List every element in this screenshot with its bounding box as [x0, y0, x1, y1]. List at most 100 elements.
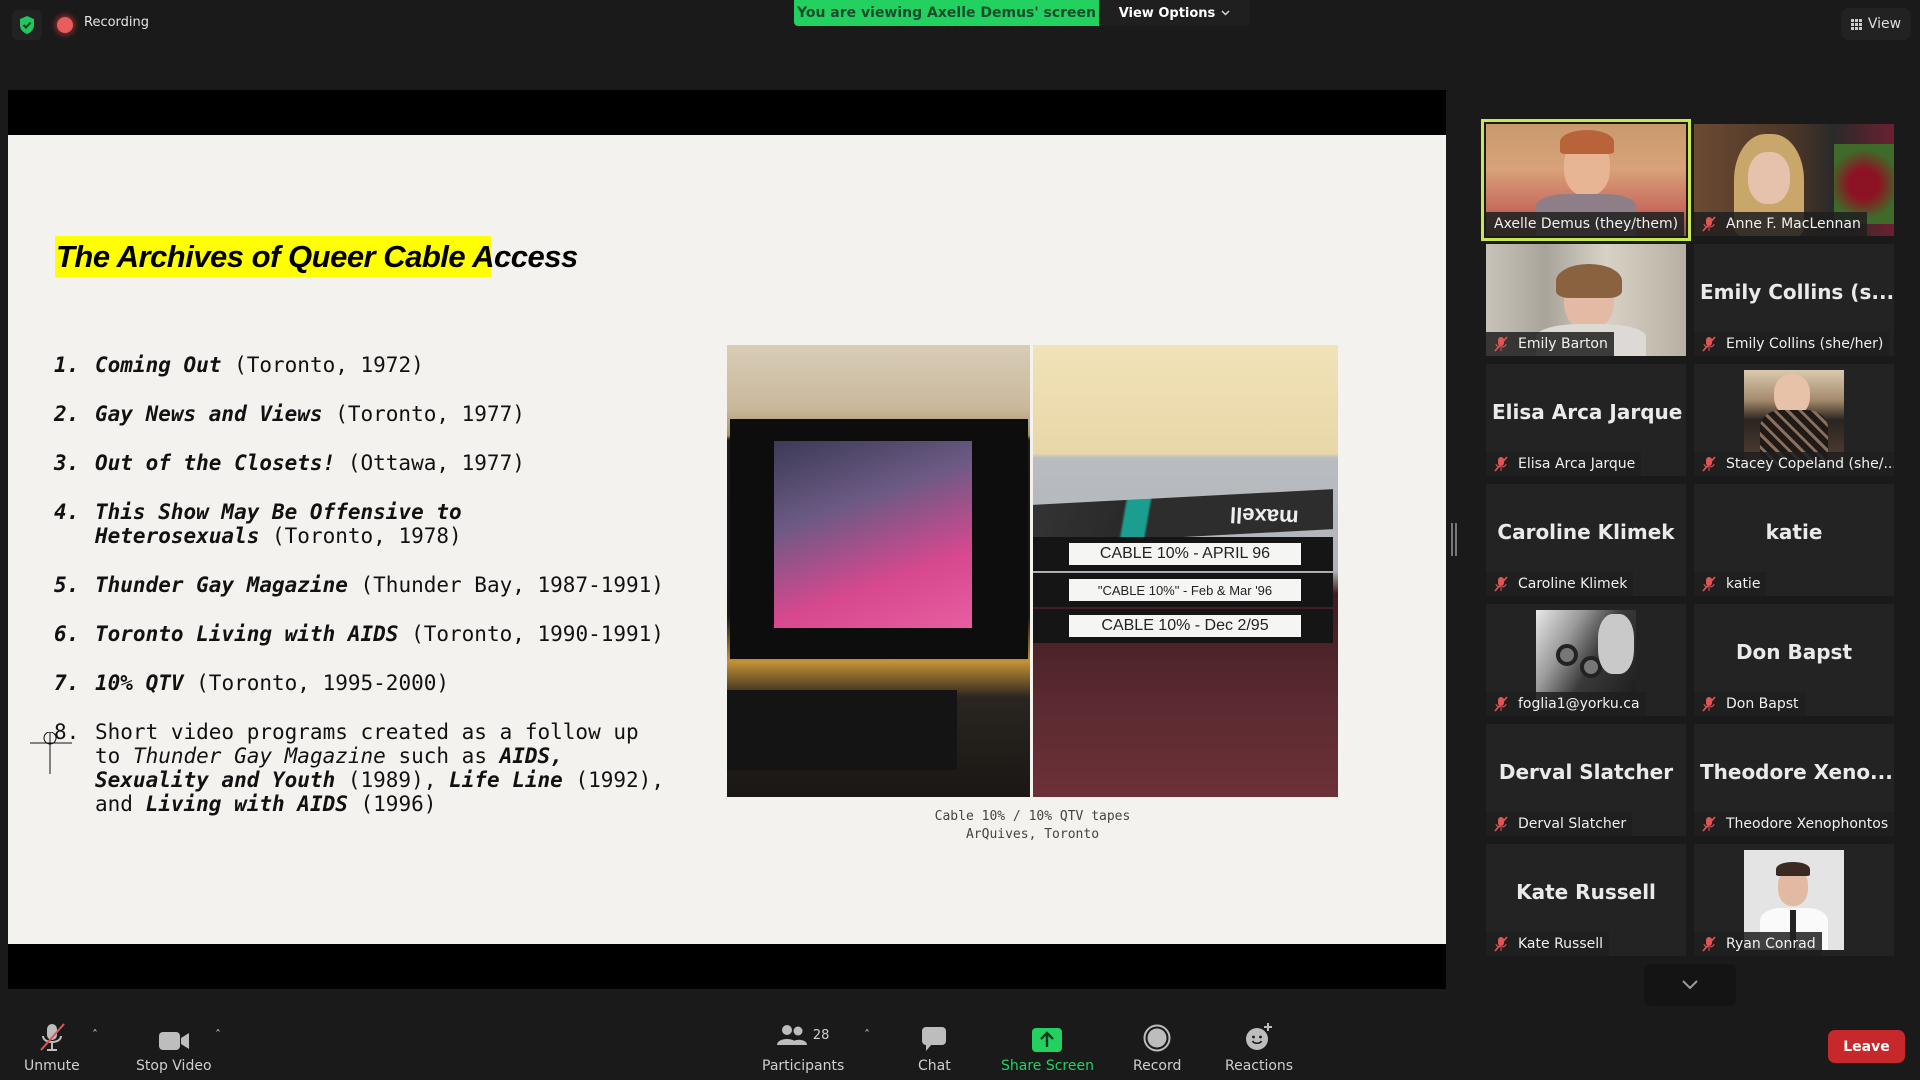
participant-name: foglia1@yorku.ca [1518, 696, 1640, 712]
vcr [727, 690, 957, 770]
participant-name-label: foglia1@yorku.ca [1486, 692, 1646, 716]
participant-name-label: Elisa Arca Jarque [1486, 452, 1642, 476]
participant-display-name: Derval Slatcher [1498, 760, 1674, 784]
list-item: 6. Toronto Living with AIDS (Toronto, 19… [54, 622, 674, 646]
gallery-next-page-button[interactable] [1644, 964, 1736, 1006]
participant-name-label: Theodore Xenophontos [1694, 812, 1894, 836]
program-title: Gay News and Views [95, 402, 323, 426]
archive-photo: maxell CABLE 10% - APRIL 96 "CABLE 10%" … [727, 345, 1338, 797]
view-label: View [1867, 16, 1902, 32]
participant-name: katie [1726, 576, 1761, 592]
participant-name: Derval Slatcher [1518, 816, 1627, 832]
participant-tile[interactable]: Stacey Copeland (she/... [1694, 364, 1894, 476]
stop-video-button[interactable]: Stop Video [136, 1018, 212, 1074]
vhs-tape: CABLE 10% - Dec 2/95 [1033, 609, 1333, 643]
program-details: (Ottawa, 1977) [335, 451, 525, 475]
vhs-tape: "CABLE 10%" - Feb & Mar '96 [1033, 573, 1333, 607]
muted-mic-icon [1494, 576, 1508, 592]
audio-options-caret[interactable]: ˆ [92, 1028, 98, 1042]
participant-tile[interactable]: Don Bapst Don Bapst [1694, 604, 1894, 716]
muted-mic-icon [1702, 576, 1716, 592]
tape-label: CABLE 10% - APRIL 96 [1069, 543, 1301, 565]
leave-meeting-button[interactable]: Leave [1828, 1030, 1905, 1063]
tv-photo [727, 345, 1030, 797]
program-title: Out of the Closets! [95, 451, 336, 475]
list-item: 4. This Show May Be Offensive to Heteros… [54, 500, 674, 548]
unmute-button[interactable]: Unmute [24, 1018, 80, 1074]
muted-mic-icon [1494, 936, 1508, 952]
participant-tile[interactable]: Caroline Klimek Caroline Klimek [1486, 484, 1686, 596]
muted-microphone-icon [40, 1023, 65, 1051]
photo-caption: Cable 10% / 10% QTV tapes ArQuives, Toro… [727, 808, 1338, 844]
participant-tile[interactable]: Emily Collins (s... Emily Collins (she/h… [1694, 244, 1894, 356]
participant-tile[interactable]: Kate Russell Kate Russell [1486, 844, 1686, 956]
chat-icon [922, 1027, 947, 1051]
view-layout-button[interactable]: View [1841, 8, 1911, 40]
crosshair-cursor-icon [30, 732, 72, 774]
participant-name-label: Ryan Conrad [1694, 932, 1822, 956]
chevron-down-icon [1221, 10, 1230, 16]
participants-button[interactable]: 28 Participants [762, 1018, 844, 1074]
list-item: 8. Short video programs created as a fol… [54, 720, 674, 816]
muted-mic-icon [1494, 456, 1508, 472]
muted-mic-icon [1702, 336, 1716, 352]
participant-name: Caroline Klimek [1518, 576, 1628, 592]
record-label: Record [1133, 1058, 1182, 1074]
participant-name-label: Kate Russell [1486, 932, 1610, 956]
participant-name: Elisa Arca Jarque [1518, 456, 1636, 472]
participant-tile[interactable]: katie katie [1694, 484, 1894, 596]
participant-tile[interactable]: Theodore Xeno... Theodore Xenophontos [1694, 724, 1894, 836]
participant-name-label: Stacey Copeland (she/... [1694, 452, 1894, 476]
tapes-photo: maxell CABLE 10% - APRIL 96 "CABLE 10%" … [1033, 345, 1338, 797]
participant-tile[interactable]: Emily Barton [1486, 244, 1686, 356]
list-number: 3. [54, 451, 80, 475]
participant-tile[interactable]: Elisa Arca Jarque Elisa Arca Jarque [1486, 364, 1686, 476]
record-button[interactable]: Record [1133, 1018, 1181, 1074]
panel-resize-handle[interactable] [1451, 523, 1457, 556]
list-number: 6. [54, 622, 80, 646]
participant-display-name: katie [1765, 520, 1823, 544]
program-title: 10% QTV [95, 671, 184, 695]
tv-screen [774, 441, 972, 628]
vhs-tape: CABLE 10% - APRIL 96 [1033, 537, 1333, 571]
participant-display-name: Emily Collins (s... [1700, 280, 1894, 304]
muted-mic-icon [1494, 336, 1508, 352]
program-details: (Toronto, 1978) [259, 524, 462, 548]
participant-name: Axelle Demus (they/them) [1494, 216, 1679, 232]
view-options-button[interactable]: View Options [1099, 0, 1250, 26]
presentation-slide: The Archives of Queer Cable Access 1. Co… [8, 135, 1446, 944]
reactions-label: Reactions [1225, 1058, 1294, 1074]
program-list: 1. Coming Out (Toronto, 1972) 2. Gay New… [54, 353, 674, 841]
program-details: (Toronto, 1995-2000) [183, 671, 450, 695]
participant-tile[interactable]: Anne F. MacLennan [1694, 124, 1894, 236]
participant-name-label: Emily Collins (she/her) [1694, 332, 1890, 356]
tv-monitor [730, 419, 1028, 659]
chat-button[interactable]: Chat [918, 1018, 951, 1074]
list-item: 5. Thunder Gay Magazine (Thunder Bay, 19… [54, 573, 674, 597]
security-shield-icon[interactable] [12, 10, 42, 40]
list-item: 2. Gay News and Views (Toronto, 1977) [54, 402, 674, 426]
muted-mic-icon [1494, 696, 1508, 712]
program-details: (Toronto, 1977) [322, 402, 525, 426]
list-item: 3. Out of the Closets! (Ottawa, 1977) [54, 451, 674, 475]
muted-mic-icon [1702, 936, 1716, 952]
record-icon [1143, 1024, 1171, 1052]
video-options-caret[interactable]: ˆ [215, 1028, 221, 1042]
list-item: 7. 10% QTV (Toronto, 1995-2000) [54, 671, 674, 695]
share-screen-button[interactable]: Share Screen [1001, 1018, 1094, 1074]
unmute-label: Unmute [24, 1058, 80, 1074]
participant-tile[interactable]: Ryan Conrad [1694, 844, 1894, 956]
muted-mic-icon [1702, 696, 1716, 712]
list-number: 1. [54, 353, 80, 377]
participant-tile[interactable]: foglia1@yorku.ca [1486, 604, 1686, 716]
participant-name: Emily Collins (she/her) [1726, 336, 1884, 352]
participant-name-label: Caroline Klimek [1486, 572, 1634, 596]
list-item: 1. Coming Out (Toronto, 1972) [54, 353, 674, 377]
list-number: 5. [54, 573, 80, 597]
participants-options-caret[interactable]: ˆ [864, 1028, 870, 1042]
participant-tile[interactable]: Axelle Demus (they/them) [1481, 119, 1691, 241]
reactions-button[interactable]: Reactions [1225, 1018, 1293, 1074]
participant-tile[interactable]: Derval Slatcher Derval Slatcher [1486, 724, 1686, 836]
participant-name-label: katie [1694, 572, 1767, 596]
muted-mic-icon [1702, 816, 1716, 832]
